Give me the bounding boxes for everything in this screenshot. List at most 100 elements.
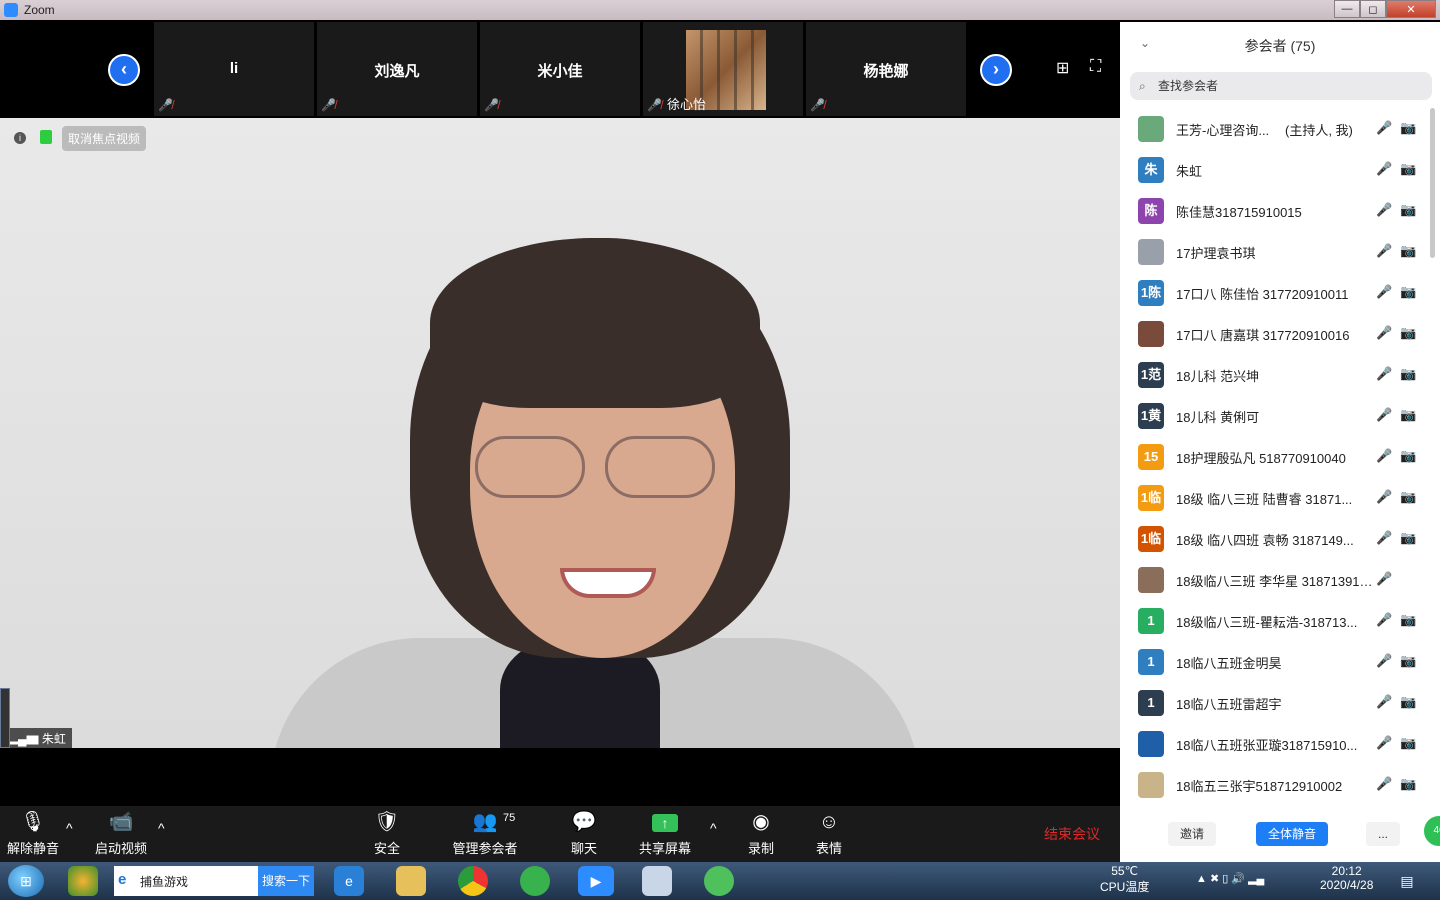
invite-button[interactable]: 邀请 bbox=[1168, 822, 1217, 846]
mute-all-button[interactable]: 全体静音 bbox=[1256, 822, 1329, 846]
camera-off-icon[interactable]: 📷 bbox=[1400, 243, 1416, 259]
app-pinwheel-icon[interactable] bbox=[68, 866, 98, 896]
mic-muted-icon[interactable]: 🎤 bbox=[1376, 653, 1392, 669]
participant-row[interactable]: 1临 18级 临八四班 袁畅 3187149... 🎤 📷 bbox=[1120, 518, 1430, 559]
thumbnail-tile[interactable]: 米小佳 🎤̸ bbox=[480, 22, 640, 116]
taskbar-search-button[interactable]: 搜索一下 bbox=[258, 866, 314, 896]
start-button[interactable]: ⊞ bbox=[8, 865, 44, 897]
tray-icons[interactable]: ▲ ✖ ▯ 🔊 ▂▄ bbox=[1196, 872, 1264, 885]
avatar bbox=[1138, 772, 1164, 798]
mic-muted-icon[interactable]: 🎤 bbox=[1376, 243, 1392, 259]
mic-muted-icon[interactable]: 🎤 bbox=[1376, 448, 1392, 464]
camera-off-icon[interactable]: 📷 bbox=[1400, 489, 1416, 505]
taskbar-search[interactable]: e 捕鱼游戏 搜索一下 bbox=[114, 866, 314, 896]
cpu-temp-label: CPU温度 bbox=[1100, 880, 1150, 894]
internet-explorer-icon[interactable]: e bbox=[334, 866, 364, 896]
camera-off-icon[interactable]: 📷 bbox=[1400, 407, 1416, 423]
participant-row[interactable]: 1陈 17口八 陈佳怡 317720910011 🎤 📷 bbox=[1120, 272, 1430, 313]
participant-row[interactable]: 18临八五班张亚璇318715910... 🎤 📷 bbox=[1120, 723, 1430, 764]
mic-muted-icon[interactable]: 🎤 bbox=[1376, 694, 1392, 710]
list-scrollbar[interactable] bbox=[1430, 108, 1435, 258]
manage-participants-button[interactable]: 👥 管理参会者 bbox=[440, 806, 530, 862]
participant-row[interactable]: 1临 18级 临八三班 陆曹睿 31871... 🎤 📷 bbox=[1120, 477, 1430, 518]
thumbnail-tile[interactable]: 🎤̸ 徐心怡 bbox=[643, 22, 803, 116]
camera-off-icon[interactable]: 📷 bbox=[1400, 448, 1416, 464]
reactions-button[interactable]: ☺ 表情 bbox=[784, 806, 874, 862]
paint-icon[interactable] bbox=[642, 866, 672, 896]
thumbnail-tile[interactable]: 刘逸凡 🎤̸ bbox=[317, 22, 477, 116]
camera-off-icon[interactable]: 📷 bbox=[1400, 284, 1416, 300]
camera-off-icon[interactable]: 📷 bbox=[1400, 735, 1416, 751]
chrome-icon[interactable] bbox=[458, 866, 488, 896]
thumbnail-tile[interactable]: li 🎤̸ bbox=[154, 22, 314, 116]
speaker-bangs bbox=[430, 238, 760, 408]
audio-options-caret[interactable]: ^ bbox=[66, 820, 73, 836]
mic-muted-icon[interactable]: 🎤 bbox=[1376, 407, 1392, 423]
participant-row[interactable]: 18临五三张宇518712910002 🎤 📷 bbox=[1120, 764, 1430, 805]
fullscreen-icon[interactable]: ⛶ bbox=[1090, 58, 1101, 76]
mic-muted-icon[interactable]: 🎤 bbox=[1376, 325, 1392, 341]
participant-row[interactable]: 1 18临八五班金明昊 🎤 📷 bbox=[1120, 641, 1430, 682]
file-explorer-icon[interactable] bbox=[396, 866, 426, 896]
meeting-info-icon[interactable]: i bbox=[14, 132, 26, 144]
camera-off-icon[interactable]: 📷 bbox=[1400, 653, 1416, 669]
participant-row[interactable]: 18级临八三班 李华星 318713910... 🎤 bbox=[1120, 559, 1430, 600]
mic-muted-icon[interactable]: 🎤 bbox=[1376, 120, 1392, 136]
green-app-icon[interactable] bbox=[520, 866, 550, 896]
green-badge[interactable]: 46 bbox=[1422, 814, 1440, 848]
participant-row[interactable]: 17口八 唐嘉琪 317720910016 🎤 📷 bbox=[1120, 313, 1430, 354]
mic-muted-icon[interactable]: 🎤 bbox=[1376, 612, 1392, 628]
participant-row[interactable]: 陈 陈佳慧318715910015 🎤 📷 bbox=[1120, 190, 1430, 231]
participant-search-input[interactable]: ⌕ 查找参会者 bbox=[1130, 72, 1432, 100]
participant-row[interactable]: 15 18护理殷弘凡 518770910040 🎤 📷 bbox=[1120, 436, 1430, 477]
mic-muted-icon[interactable]: 🎤 bbox=[1376, 735, 1392, 751]
mic-muted-icon[interactable]: 🎤 bbox=[1376, 776, 1392, 792]
camera-off-icon[interactable]: 📷 bbox=[1400, 202, 1416, 218]
chat-button[interactable]: 💬 聊天 bbox=[539, 806, 629, 862]
camera-off-icon[interactable]: 📷 bbox=[1400, 161, 1416, 177]
security-button[interactable]: 🛡 安全 bbox=[342, 806, 432, 862]
more-button[interactable]: ... bbox=[1366, 822, 1401, 846]
thumbnail-tile[interactable]: 杨艳娜 🎤̸ bbox=[806, 22, 966, 116]
thumbnail-name: li bbox=[229, 60, 239, 77]
camera-off-icon[interactable]: 📷 bbox=[1400, 776, 1416, 792]
mic-muted-icon[interactable]: 🎤 bbox=[1376, 202, 1392, 218]
zoom-taskbar-icon[interactable]: ▶ bbox=[578, 866, 614, 896]
share-screen-button[interactable]: ↑ 共享屏幕 bbox=[620, 806, 710, 862]
participant-name: 17护理袁书琪 bbox=[1176, 246, 1256, 261]
camera-off-icon[interactable]: 📷 bbox=[1400, 120, 1416, 136]
camera-off-icon[interactable]: 📷 bbox=[1400, 366, 1416, 382]
encryption-lock-icon[interactable] bbox=[40, 130, 52, 144]
start-video-button[interactable]: 📹 启动视频 bbox=[76, 806, 166, 862]
mic-muted-icon[interactable]: 🎤 bbox=[1376, 161, 1392, 177]
close-button[interactable]: ✕ bbox=[1386, 0, 1436, 18]
end-meeting-button[interactable]: 结束会议 bbox=[1044, 824, 1100, 844]
participant-row[interactable]: 朱朱虹 🎤 📷 bbox=[1120, 149, 1430, 190]
clock[interactable]: 20:12 2020/4/28 bbox=[1320, 864, 1373, 892]
mic-muted-icon[interactable]: 🎤 bbox=[1376, 284, 1392, 300]
video-options-caret[interactable]: ^ bbox=[158, 820, 165, 836]
participant-row[interactable]: 1 18级临八三班-瞿耘浩-318713... 🎤 📷 bbox=[1120, 600, 1430, 641]
mic-muted-icon[interactable]: 🎤 bbox=[1376, 571, 1392, 587]
maximize-button[interactable]: ◻ bbox=[1360, 0, 1386, 18]
camera-off-icon[interactable]: 📷 bbox=[1400, 612, 1416, 628]
gallery-view-icon[interactable]: ⊞ bbox=[1056, 58, 1069, 78]
participant-row[interactable]: 王芳-心理咨询... (主持人, 我) 🎤 📷 bbox=[1120, 108, 1430, 149]
mic-muted-icon[interactable]: 🎤 bbox=[1376, 530, 1392, 546]
unpin-video-button[interactable]: 取消焦点视频 bbox=[62, 126, 147, 151]
next-page-button[interactable]: › bbox=[980, 54, 1012, 86]
notification-icon[interactable]: ▤ bbox=[1396, 866, 1418, 896]
participant-row[interactable]: 17护理袁书琪 🎤 📷 bbox=[1120, 231, 1430, 272]
mic-muted-icon[interactable]: 🎤 bbox=[1376, 366, 1392, 382]
side-drag-handle[interactable] bbox=[0, 688, 10, 748]
mic-muted-icon[interactable]: 🎤 bbox=[1376, 489, 1392, 505]
camera-off-icon[interactable]: 📷 bbox=[1400, 530, 1416, 546]
participant-row[interactable]: 1 18临八五班雷超宇 🎤 📷 bbox=[1120, 682, 1430, 723]
camera-off-icon[interactable]: 📷 bbox=[1400, 694, 1416, 710]
minimize-button[interactable]: — bbox=[1334, 0, 1360, 18]
participant-row[interactable]: 1黄 18儿科 黄俐可 🎤 📷 bbox=[1120, 395, 1430, 436]
camera-off-icon[interactable]: 📷 bbox=[1400, 325, 1416, 341]
wechat-icon[interactable] bbox=[704, 866, 734, 896]
prev-page-button[interactable]: ‹ bbox=[108, 54, 140, 86]
participant-row[interactable]: 1范 18儿科 范兴坤 🎤 📷 bbox=[1120, 354, 1430, 395]
